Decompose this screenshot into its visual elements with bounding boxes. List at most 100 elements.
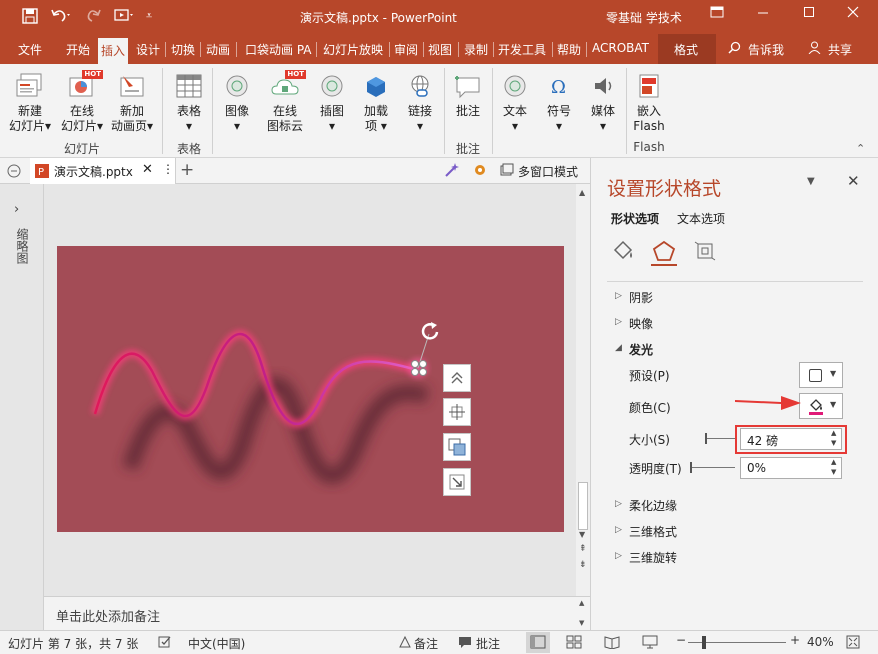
layout-options-button[interactable] — [443, 364, 471, 392]
tab-format[interactable]: 格式 — [674, 41, 698, 58]
vertical-scrollbar[interactable]: ▲ ▼ ⇞ ⇟ — [576, 184, 590, 596]
tab-developer[interactable]: 开发工具 — [498, 41, 546, 58]
link-button[interactable]: 链接 ▾ — [400, 68, 440, 134]
expand-soft-edges-icon[interactable]: ▷ — [615, 499, 622, 509]
redo-icon[interactable] — [86, 8, 102, 28]
notes-scroll-down-icon[interactable]: ▼ — [579, 619, 584, 627]
next-slide-icon[interactable]: ⇟ — [579, 560, 587, 570]
close-tab-icon[interactable]: ✕ — [142, 162, 153, 177]
effects-pentagon-icon[interactable] — [652, 240, 676, 265]
spellcheck-icon[interactable] — [158, 635, 172, 652]
glow-size-value[interactable]: 42 磅 — [747, 432, 778, 449]
transparency-slider-track[interactable] — [690, 467, 735, 468]
text-button[interactable]: 文本 ▾ — [496, 68, 534, 134]
slideshow-view-icon[interactable] — [642, 635, 658, 652]
zoom-in-icon[interactable]: + — [790, 633, 800, 647]
notes-button[interactable]: 备注 — [414, 635, 438, 652]
new-animation-page-button[interactable]: 新加 动画页▾ — [106, 68, 158, 134]
online-icon-cloud-button[interactable]: HOT 在线 图标云 — [262, 68, 308, 134]
search-icon[interactable] — [728, 41, 741, 57]
expand-thumbnails-icon[interactable]: › — [14, 202, 19, 217]
customize-toolbar-icon[interactable]: ⩡ — [146, 9, 152, 23]
tab-file[interactable]: 文件 — [18, 41, 42, 58]
fill-line-icon[interactable] — [611, 240, 635, 265]
tab-animations[interactable]: 动画 — [206, 41, 230, 58]
tab-slideshow[interactable]: 幻灯片放映 — [323, 41, 383, 58]
tell-me-input[interactable]: 告诉我 — [748, 41, 784, 58]
scroll-down-icon[interactable]: ▼ — [579, 530, 585, 539]
glow-size-spinner[interactable]: 42 磅 ▲ ▼ — [740, 428, 842, 450]
slide-canvas[interactable] — [57, 246, 564, 532]
spinner-down-icon[interactable]: ▼ — [831, 468, 836, 476]
section-reflection[interactable]: 映像 — [629, 315, 653, 332]
tab-review[interactable]: 审阅 — [394, 41, 418, 58]
size-slider-track[interactable] — [705, 438, 735, 439]
user-name[interactable]: 零基础 学技术 — [606, 9, 682, 26]
tab-list-icon[interactable] — [6, 163, 22, 182]
prev-slide-icon[interactable]: ⇞ — [579, 544, 587, 554]
maximize-icon[interactable] — [794, 6, 824, 22]
comments-button[interactable]: 批注 — [476, 635, 500, 652]
spinner-down-icon[interactable]: ▼ — [831, 439, 836, 447]
save-icon[interactable] — [22, 8, 38, 28]
multiwindow-icon[interactable] — [500, 163, 514, 180]
spinner-up-icon[interactable]: ▲ — [831, 429, 836, 437]
tab-shape-options[interactable]: 形状选项 — [611, 210, 659, 227]
tab-home[interactable]: 开始 — [66, 41, 90, 58]
expand-3d-format-icon[interactable]: ▷ — [615, 525, 622, 535]
online-slide-button[interactable]: HOT 在线 幻灯片▾ — [56, 68, 108, 134]
tab-insert[interactable]: 插入 — [98, 38, 129, 65]
zoom-slider-thumb[interactable] — [702, 636, 706, 649]
settings-gear-icon[interactable] — [472, 162, 488, 181]
tab-acrobat[interactable]: ACROBAT — [592, 41, 649, 55]
tab-design[interactable]: 设计 — [136, 41, 160, 58]
align-button[interactable] — [443, 398, 471, 426]
comment-button[interactable]: 批注 — [448, 68, 488, 119]
fit-to-window-icon[interactable] — [846, 635, 860, 652]
magic-icon[interactable] — [444, 162, 460, 181]
tab-pocket-animation[interactable]: 口袋动画 PA — [245, 41, 312, 58]
tab-record[interactable]: 录制 — [464, 41, 488, 58]
new-tab-icon[interactable]: + — [180, 160, 194, 180]
ribbon-display-icon[interactable] — [702, 6, 732, 22]
expand-3d-rotation-icon[interactable]: ▷ — [615, 551, 622, 561]
notes-placeholder[interactable]: 单击此处添加备注 — [56, 606, 160, 625]
section-shadow[interactable]: 阴影 — [629, 289, 653, 306]
table-button[interactable]: 表格 ▾ — [168, 68, 210, 134]
zoom-out-icon[interactable]: − — [676, 633, 686, 647]
collapse-glow-icon[interactable]: ◢ — [615, 343, 622, 353]
section-glow[interactable]: 发光 — [629, 341, 653, 358]
glowing-curve-shape[interactable] — [57, 246, 564, 532]
selection-handle-icon[interactable] — [407, 356, 431, 383]
media-button[interactable]: 媒体 ▾ — [584, 68, 622, 134]
expand-reflection-icon[interactable]: ▷ — [615, 317, 622, 327]
glow-color-picker[interactable]: ▼ — [799, 393, 843, 419]
notes-icon[interactable] — [398, 635, 412, 652]
illustrations-button[interactable]: 插图 ▾ — [312, 68, 352, 134]
rotate-handle-icon[interactable] — [419, 321, 443, 346]
section-soft-edges[interactable]: 柔化边缘 — [629, 497, 677, 514]
close-icon[interactable] — [838, 6, 868, 22]
symbol-button[interactable]: Ω 符号 ▾ — [540, 68, 578, 134]
notes-scroll-up-icon[interactable]: ▲ — [579, 599, 584, 607]
thumbnails-label[interactable]: 缩略图 — [14, 228, 31, 264]
resize-button[interactable] — [443, 468, 471, 496]
reading-view-icon[interactable] — [604, 635, 620, 652]
slide-sorter-icon[interactable] — [566, 635, 582, 652]
scroll-up-icon[interactable]: ▲ — [579, 188, 585, 197]
size-slider-thumb[interactable] — [705, 433, 707, 444]
embed-flash-button[interactable]: 嵌入 Flash — [628, 68, 670, 134]
multiwindow-button[interactable]: 多窗口模式 — [518, 163, 578, 180]
user-icon[interactable] — [808, 41, 821, 57]
size-properties-icon[interactable] — [693, 240, 717, 265]
tab-text-options[interactable]: 文本选项 — [677, 210, 725, 227]
more-icon[interactable]: ⋮ — [162, 162, 174, 176]
undo-icon[interactable] — [50, 8, 72, 28]
minimize-icon[interactable] — [748, 6, 778, 22]
expand-shadow-icon[interactable]: ▷ — [615, 291, 622, 301]
glow-transparency-spinner[interactable]: 0% ▲ ▼ — [740, 457, 842, 479]
collapse-ribbon-icon[interactable]: ⌃ — [856, 142, 865, 155]
zoom-level[interactable]: 40% — [807, 635, 834, 649]
scroll-thumb[interactable] — [578, 482, 588, 530]
tab-view[interactable]: 视图 — [428, 41, 452, 58]
